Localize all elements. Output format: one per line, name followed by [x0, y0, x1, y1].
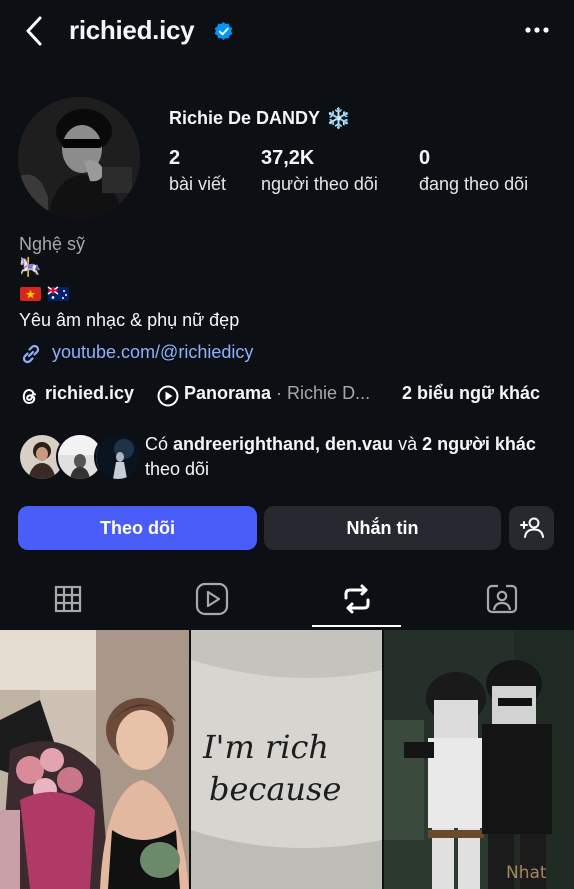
followed-prefix: Có	[145, 434, 174, 454]
tab-reels[interactable]	[143, 575, 286, 629]
more-banners-label: 2 biểu ngữ khác	[402, 383, 541, 403]
more-banners-chip[interactable]: 2 biểu ngữ khác	[402, 383, 540, 409]
tab-grid[interactable]	[0, 575, 143, 629]
followed-suffix: theo dõi	[145, 459, 210, 479]
reels-icon	[195, 582, 229, 616]
following-count[interactable]: 0	[419, 147, 430, 170]
post-tile-2[interactable]: I'm rich because	[191, 630, 382, 889]
panorama-subtitle: · Richie D...	[271, 383, 371, 403]
profile-tabs	[0, 575, 574, 629]
followers-label[interactable]: người theo dõi	[261, 174, 378, 195]
posts-grid: I'm rich because Nhat	[0, 630, 574, 889]
tile3-watermark: Nhat	[506, 863, 547, 883]
profile-chips-row: richied.icy Panorama · Richie D... 2 biể…	[19, 383, 559, 409]
grid-icon	[54, 585, 82, 613]
suggest-people-button[interactable]	[509, 506, 554, 550]
posts-count[interactable]: 2	[169, 147, 180, 170]
tab-reposts[interactable]	[286, 575, 429, 629]
flag-icons	[20, 286, 69, 301]
post-photo-text-paper: I'm rich because	[191, 630, 382, 889]
posts-label[interactable]: bài viết	[169, 174, 226, 195]
threads-icon	[22, 389, 36, 404]
profile-category: Nghệ sỹ	[19, 234, 86, 254]
profile-avatar[interactable]	[18, 97, 140, 219]
chevron-left-icon[interactable]	[20, 14, 50, 48]
snowflake-emoji: ❄️	[326, 108, 351, 130]
post-photo-avatars: Nhat	[384, 630, 574, 889]
play-circle-icon	[157, 385, 179, 407]
message-button[interactable]: Nhắn tin	[264, 506, 501, 550]
threads-handle: richied.icy	[45, 383, 135, 403]
follower-avatar-3	[94, 433, 142, 481]
verified-badge-icon	[214, 22, 233, 41]
followed-by-text: Có andreerighthand, den.vau và 2 người k…	[145, 432, 545, 482]
panorama-label: Panorama	[184, 383, 272, 403]
followed-names: andreerighthand, den.vau	[173, 434, 394, 454]
bio-carousel-emoji: 🎠	[19, 257, 42, 277]
profile-display-name: Richie De DANDY ❄️	[169, 106, 351, 131]
tile2-line1: I'm rich	[202, 728, 329, 766]
post-tile-1[interactable]	[0, 630, 189, 889]
add-person-icon	[520, 517, 544, 538]
profile-username: richied.icy	[69, 15, 195, 45]
more-horizontal-icon[interactable]	[524, 20, 550, 40]
display-name-text: Richie De DANDY	[169, 108, 321, 128]
post-photo-woman-flowers	[0, 630, 189, 889]
profile-link-text[interactable]: youtube.com/@richiedicy	[52, 342, 253, 363]
followers-count[interactable]: 37,2K	[261, 147, 314, 170]
tile2-line2: because	[209, 770, 341, 808]
followed-by-row[interactable]: Có andreerighthand, den.vau và 2 người k…	[18, 433, 558, 481]
tagged-icon	[486, 584, 518, 614]
followed-mid: và	[393, 434, 423, 454]
follow-button[interactable]: Theo dõi	[18, 506, 257, 550]
reposts-icon	[344, 584, 370, 614]
link-icon	[22, 344, 40, 364]
active-tab-indicator	[312, 625, 401, 627]
tab-tagged[interactable]	[429, 575, 572, 629]
following-label[interactable]: đang theo dõi	[419, 174, 528, 195]
post-tile-3[interactable]: Nhat	[384, 630, 574, 889]
followed-others: 2 người khác	[422, 434, 536, 454]
top-bar: richied.icy	[0, 0, 574, 64]
bio-text: Yêu âm nhạc & phụ nữ đẹp	[19, 310, 240, 330]
bio-flags	[19, 284, 83, 307]
